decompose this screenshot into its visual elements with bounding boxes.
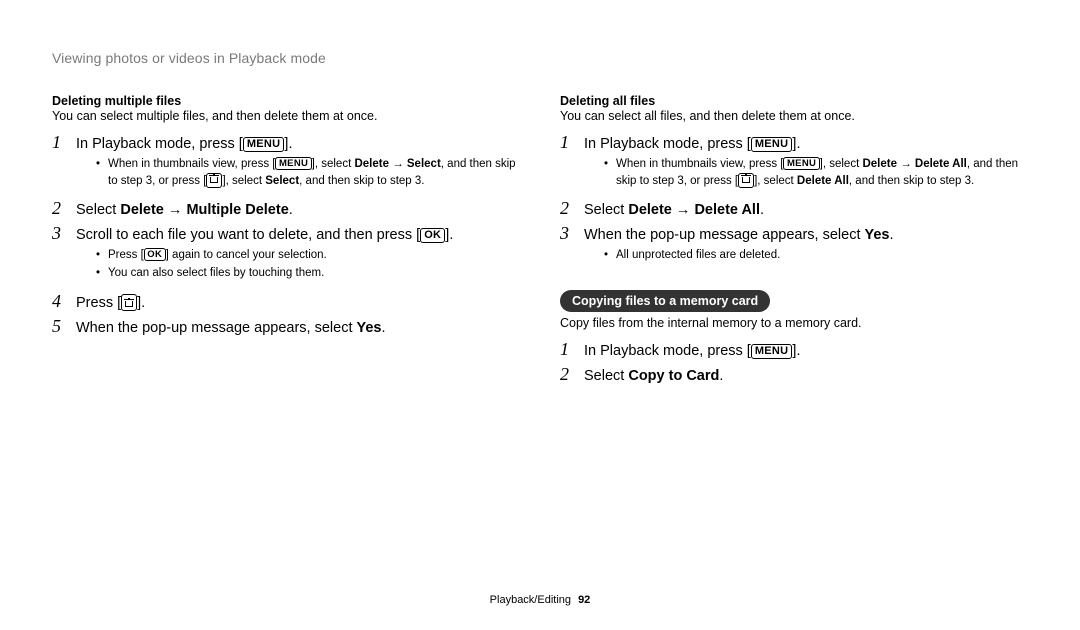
subdesc-delete-multiple: You can select multiple files, and then … — [52, 109, 520, 123]
step-4-text: Press []. — [76, 293, 520, 314]
step-3: 3 When the pop-up message appears, selec… — [560, 224, 1028, 272]
step-2-text: Select Delete → Multiple Delete. — [76, 200, 520, 221]
footer-page-number: 92 — [578, 594, 590, 606]
step-1-tips: When in thumbnails view, press [MENU], s… — [584, 156, 1028, 189]
pill-copying-files: Copying files to a memory card — [560, 290, 770, 312]
step-1-tips: When in thumbnails view, press [MENU], s… — [76, 156, 520, 189]
copy-step-1-text: In Playback mode, press [MENU]. — [584, 341, 1028, 362]
trash-icon — [121, 294, 137, 311]
step-3-tip: All unprotected files are deleted. — [604, 247, 1028, 264]
menu-icon: MENU — [243, 137, 285, 152]
step-1: 1 In Playback mode, press [MENU]. When i… — [560, 133, 1028, 197]
copy-step-2: 2 Select Copy to Card. — [560, 365, 1028, 388]
step-3: 3 Scroll to each file you want to delete… — [52, 224, 520, 289]
step-1-tip: When in thumbnails view, press [MENU], s… — [604, 156, 1028, 189]
ok-icon: OK — [420, 228, 445, 243]
step-3-text: When the pop-up message appears, select … — [584, 225, 1028, 246]
copy-step-1: 1 In Playback mode, press [MENU]. — [560, 340, 1028, 363]
menu-icon: MENU — [783, 157, 819, 170]
step-4: 4 Press []. — [52, 292, 520, 315]
ok-icon: OK — [144, 248, 166, 261]
subheading-delete-all: Deleting all files — [560, 94, 1028, 108]
step-1: 1 In Playback mode, press [MENU]. When i… — [52, 133, 520, 197]
col-right: Deleting all files You can select all fi… — [560, 94, 1028, 390]
trash-icon — [206, 173, 222, 188]
step-1-text: In Playback mode, press [MENU]. — [76, 134, 520, 155]
subdesc-delete-all: You can select all files, and then delet… — [560, 109, 1028, 123]
step-3-tips: All unprotected files are deleted. — [584, 247, 1028, 264]
steps-delete-multiple: 1 In Playback mode, press [MENU]. When i… — [52, 133, 520, 340]
step-5-text: When the pop-up message appears, select … — [76, 318, 520, 339]
step-3-text: Scroll to each file you want to delete, … — [76, 225, 520, 246]
steps-delete-all: 1 In Playback mode, press [MENU]. When i… — [560, 133, 1028, 272]
footer-section: Playback/Editing — [490, 594, 571, 606]
subheading-delete-multiple: Deleting multiple files — [52, 94, 520, 108]
step-3-tips: Press [OK] again to cancel your selectio… — [76, 247, 520, 281]
trash-icon — [738, 173, 754, 188]
section-heading: Viewing photos or videos in Playback mod… — [52, 50, 1028, 66]
step-1-text: In Playback mode, press [MENU]. — [584, 134, 1028, 155]
content-columns: Deleting multiple files You can select m… — [52, 94, 1028, 390]
step-2: 2 Select Delete → Multiple Delete. — [52, 199, 520, 222]
step-2-text: Select Delete → Delete All. — [584, 200, 1028, 221]
step-3-tip-1: Press [OK] again to cancel your selectio… — [96, 247, 520, 264]
col-left: Deleting multiple files You can select m… — [52, 94, 520, 390]
subdesc-copy: Copy files from the internal memory to a… — [560, 316, 1028, 330]
step-3-tip-2: You can also select files by touching th… — [96, 265, 520, 282]
page-footer: Playback/Editing 92 — [0, 594, 1080, 606]
step-5: 5 When the pop-up message appears, selec… — [52, 317, 520, 340]
menu-icon: MENU — [275, 157, 311, 170]
step-1-tip: When in thumbnails view, press [MENU], s… — [96, 156, 520, 189]
page: Viewing photos or videos in Playback mod… — [0, 0, 1080, 630]
steps-copy: 1 In Playback mode, press [MENU]. 2 Sele… — [560, 340, 1028, 388]
copy-step-2-text: Select Copy to Card. — [584, 366, 1028, 387]
menu-icon: MENU — [751, 344, 793, 359]
menu-icon: MENU — [751, 137, 793, 152]
step-2: 2 Select Delete → Delete All. — [560, 199, 1028, 222]
